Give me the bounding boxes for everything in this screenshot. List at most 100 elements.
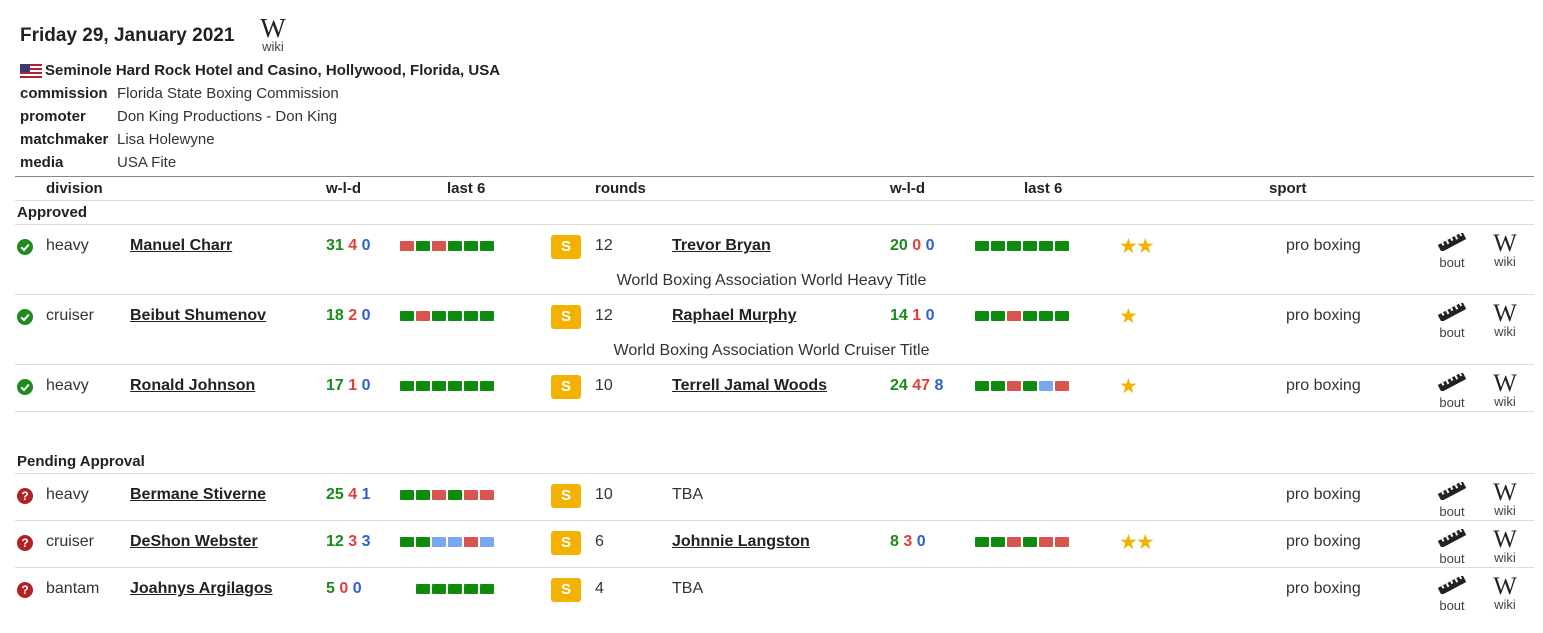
last6-result-bar (416, 537, 430, 547)
fighter2-record: 24 47 8 (890, 377, 943, 395)
svg-text:?: ? (21, 489, 28, 503)
matchmaker-label: matchmaker (20, 131, 109, 148)
fighter1-link[interactable]: Beibut Shumenov (130, 307, 266, 325)
opponent-tba: TBA (672, 580, 704, 597)
col-last6-1: last 6 (447, 180, 486, 197)
svg-text:?: ? (21, 583, 28, 597)
fighter2-record: 20 0 0 (890, 237, 935, 255)
fighter1-link[interactable]: Joahnys Argilagos (130, 580, 273, 598)
last6-result-bar (480, 311, 494, 321)
ruler-icon (1437, 480, 1467, 502)
division: bantam (46, 580, 100, 597)
col-division: division (46, 180, 103, 197)
commission-value: Florida State Boxing Commission (117, 85, 339, 102)
record-wins: 20 (890, 237, 908, 254)
rounds-value: 12 (595, 307, 613, 324)
title-fight-label: World Boxing Association World Cruiser T… (613, 342, 930, 359)
bout-link[interactable]: bout (1437, 480, 1467, 519)
fighter1-link[interactable]: Manuel Charr (130, 237, 232, 255)
last6-result-bar (975, 241, 989, 251)
rounds-value: 10 (595, 486, 613, 503)
last6-result-bar (432, 490, 446, 500)
bout-wiki-link[interactable]: Wwiki (1490, 480, 1520, 518)
division: heavy (46, 377, 89, 394)
rounds-value: 10 (595, 377, 613, 394)
bout-link[interactable]: bout (1437, 371, 1467, 410)
last6-result-bar (1039, 241, 1053, 251)
pending-question-icon: ? (17, 488, 33, 504)
event-wiki-label: wiki (262, 39, 284, 54)
record-wins: 14 (890, 307, 908, 324)
division: heavy (46, 237, 89, 254)
ruler-icon (1437, 371, 1467, 393)
fighter1-record: 17 1 0 (326, 377, 371, 395)
sport-value: pro boxing (1286, 377, 1361, 394)
record-wins: 24 (890, 377, 908, 394)
last6-result-bar (400, 537, 414, 547)
last6-result-bar (464, 241, 478, 251)
record-draws: 0 (352, 580, 362, 597)
fighter1-record: 5 0 0 (326, 580, 362, 598)
record-draws: 3 (361, 533, 371, 550)
media-value: USA Fite (117, 154, 177, 171)
last6-result-bar (432, 311, 446, 321)
record-losses: 3 (348, 533, 358, 550)
last6-result-bar (1007, 537, 1021, 547)
last6-result-bar (1023, 537, 1037, 547)
fighter1-last6 (400, 381, 494, 391)
bout-wiki-link[interactable]: Wwiki (1490, 231, 1520, 269)
record-draws: 0 (361, 307, 371, 324)
record-wins: 18 (326, 307, 344, 324)
record-draws: 0 (925, 307, 935, 324)
bout-link[interactable]: bout (1437, 301, 1467, 340)
promoter-label: promoter (20, 108, 86, 125)
fighter1-record: 12 3 3 (326, 533, 371, 551)
division: cruiser (46, 533, 95, 550)
last6-result-bar (975, 537, 989, 547)
fighter1-last6 (400, 537, 494, 547)
record-losses: 1 (912, 307, 922, 324)
fighter1-link[interactable]: Bermane Stiverne (130, 486, 266, 504)
last6-result-bar (448, 584, 462, 594)
bout-wiki-link[interactable]: Wwiki (1490, 574, 1520, 612)
last6-result-bar (991, 311, 1005, 321)
fighter2-link[interactable]: Raphael Murphy (672, 307, 796, 325)
pending-question-icon: ? (17, 582, 33, 598)
record-losses: 2 (348, 307, 358, 324)
fighter2-link[interactable]: Terrell Jamal Woods (672, 377, 827, 395)
sport-value: pro boxing (1286, 486, 1361, 503)
row-divider (15, 520, 1534, 521)
last6-result-bar (480, 584, 494, 594)
bout-label: bout (1439, 395, 1465, 410)
bout-wiki-link[interactable]: Wwiki (1490, 300, 1520, 339)
last6-result-bar (416, 490, 430, 500)
sport-value: pro boxing (1286, 533, 1361, 550)
scheduled-badge: S (551, 375, 581, 399)
record-wins: 31 (326, 237, 344, 254)
wikipedia-icon: W (1493, 526, 1517, 553)
bout-wiki-link[interactable]: Wwiki (1490, 526, 1520, 565)
bout-link[interactable]: bout (1437, 574, 1467, 613)
bout-wiki-link[interactable]: Wwiki (1490, 371, 1520, 409)
bout-link[interactable]: bout (1437, 527, 1467, 566)
last6-result-bar (1039, 311, 1053, 321)
event-wiki-link[interactable]: W wiki (258, 15, 288, 54)
scheduled-badge: S (551, 235, 581, 259)
ruler-icon (1437, 301, 1467, 323)
last6-result-bar (416, 311, 430, 321)
pending-question-icon: ? (17, 535, 33, 551)
wikipedia-icon: W (1493, 300, 1517, 327)
usa-flag-icon (20, 64, 42, 78)
bout-link[interactable]: bout (1437, 231, 1467, 270)
col-rounds: rounds (595, 180, 646, 197)
col-wld-1: w-l-d (326, 180, 361, 197)
fighter2-link[interactable]: Trevor Bryan (672, 237, 771, 255)
fighter2-link[interactable]: Johnnie Langston (672, 533, 810, 551)
last6-result-bar (480, 537, 494, 547)
fighter2-last6 (975, 311, 1069, 321)
division: cruiser (46, 307, 95, 324)
last6-result-bar (1007, 241, 1021, 251)
fighter1-link[interactable]: Ronald Johnson (130, 377, 255, 395)
row-divider (15, 364, 1534, 365)
fighter1-link[interactable]: DeShon Webster (130, 533, 258, 551)
